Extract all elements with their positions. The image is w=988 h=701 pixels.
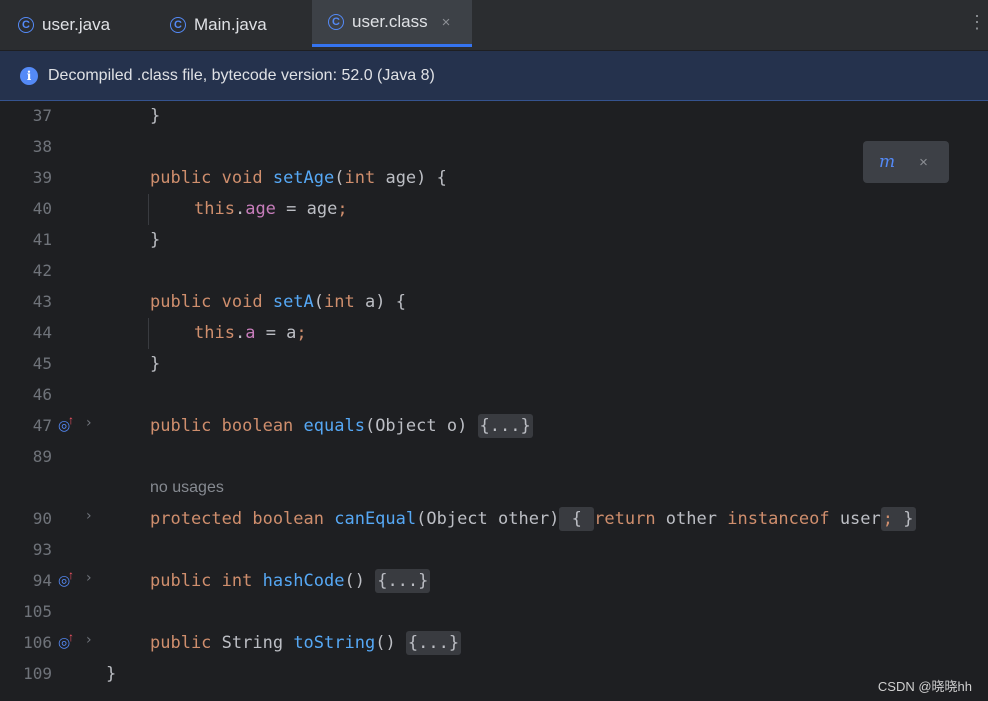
watermark: CSDN @晓晓hh [877, 679, 972, 694]
code-line: 94 ◎ ↑ › public int hashCode() {...} [0, 566, 988, 597]
code-text: this.a = a; [194, 323, 307, 343]
code-text: protected boolean canEqual(Object other)… [150, 507, 916, 531]
info-icon: i [20, 66, 38, 85]
line-number: 94 [32, 571, 52, 590]
code-line: 93 [0, 535, 988, 566]
code-line: 41 } [0, 225, 988, 256]
code-text: public void setAge(int age) { [150, 168, 447, 188]
line-number: 41 [32, 230, 52, 249]
code-line: 38 [0, 132, 988, 163]
folded-region[interactable]: {...} [405, 631, 462, 655]
code-line: no usages [0, 473, 988, 504]
line-number: 37 [32, 106, 52, 125]
decompiled-banner: i Decompiled .class file, bytecode versi… [0, 51, 988, 101]
override-gutter-icon[interactable]: ◎ ↑ [58, 630, 78, 652]
code-text: public int hashCode() {...} [150, 569, 431, 593]
code-text: } [106, 664, 117, 684]
expand-fold-icon[interactable]: › [86, 632, 92, 648]
code-line: 42 [0, 256, 988, 287]
tab-label: user.java [42, 15, 111, 34]
code-line: 44 this.a = a; [0, 318, 988, 349]
expand-fold-icon[interactable]: › [86, 415, 92, 431]
code-line: 47 ◎ ↑ › public boolean equals(Object o) … [0, 411, 988, 442]
tab-main-java[interactable]: C Main.java [170, 0, 267, 50]
code-text: this.age = age; [194, 199, 348, 219]
line-number: 43 [32, 292, 52, 311]
code-text: public String toString() {...} [150, 631, 462, 655]
expand-fold-icon[interactable]: › [86, 570, 92, 586]
folded-region[interactable]: {...} [477, 414, 533, 438]
expand-fold-icon[interactable]: › [86, 508, 92, 524]
code-line: 43 public void setA(int a) { [0, 287, 988, 318]
code-line: 45 } [0, 349, 988, 380]
reader-mode-popup: m × [863, 141, 949, 183]
class-icon: C [18, 17, 34, 33]
line-number: 42 [32, 261, 52, 280]
line-number: 93 [32, 540, 52, 559]
line-number: 44 [32, 323, 52, 342]
line-number: 90 [32, 509, 52, 528]
line-number: 40 [32, 199, 52, 218]
close-icon[interactable]: × [442, 14, 451, 31]
code-line: 106 ◎ ↑ › public String toString() {...} [0, 628, 988, 659]
code-text: } [150, 354, 161, 374]
code-text: } [150, 106, 161, 126]
override-gutter-icon[interactable]: ◎ ↑ [58, 568, 78, 590]
close-icon[interactable]: × [919, 154, 928, 171]
banner-text: Decompiled .class file, bytecode version… [48, 66, 435, 84]
code-line: 39 public void setAge(int age) { [0, 163, 988, 194]
code-text: } [150, 230, 161, 250]
code-editor[interactable]: 37 } 38 39 public void setAge(int age) {… [0, 101, 988, 701]
code-line: 40 this.age = age; [0, 194, 988, 225]
reader-mode-icon[interactable]: m [879, 152, 895, 172]
code-line: 46 [0, 380, 988, 411]
line-number: 47 [32, 416, 52, 435]
line-number: 105 [23, 602, 52, 621]
code-line: 109 } [0, 659, 988, 690]
code-line: 105 [0, 597, 988, 628]
folded-region[interactable]: {...} [375, 569, 431, 593]
line-number: 45 [32, 354, 52, 373]
editor-tab-bar: C user.java C Main.java C user.class × ⋮ [0, 0, 988, 51]
tab-user-class[interactable]: C user.class × [312, 0, 472, 47]
tab-label: user.class [352, 12, 428, 31]
class-icon: C [328, 14, 344, 30]
line-number: 38 [32, 137, 52, 156]
line-number: 46 [32, 385, 52, 404]
usages-hint[interactable]: no usages [150, 479, 224, 497]
override-gutter-icon[interactable]: ◎ ↑ [58, 413, 78, 435]
line-number: 89 [32, 447, 52, 466]
line-number: 109 [23, 664, 52, 683]
line-number: 106 [23, 633, 52, 652]
code-line: 90 › protected boolean canEqual(Object o… [0, 504, 988, 535]
code-text: public boolean equals(Object o) {...} [150, 414, 533, 438]
tab-user-java[interactable]: C user.java [18, 0, 110, 50]
code-text: public void setA(int a) { [150, 292, 406, 312]
tab-label: Main.java [194, 15, 267, 34]
more-tabs-icon[interactable]: ⋮ [968, 12, 986, 33]
code-line: 89 [0, 442, 988, 473]
line-number: 39 [32, 168, 52, 187]
code-line: 37 } [0, 101, 988, 132]
class-icon: C [170, 17, 186, 33]
